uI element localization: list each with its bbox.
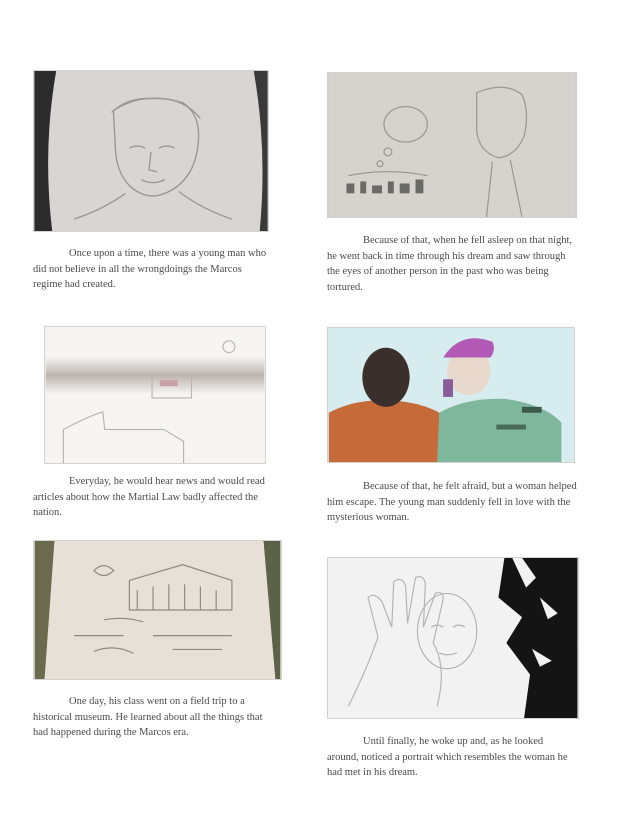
young-man-sketch-drawing — [34, 71, 268, 231]
news-scene-sketch-drawing — [45, 340, 265, 463]
storyboard-page: Once upon a time, there was a young man … — [0, 0, 620, 840]
panel-1-image — [33, 70, 269, 232]
hand-portrait-drawing — [328, 558, 578, 718]
panel-5-caption: One day, his class went on a field trip … — [33, 696, 263, 738]
panel-3-caption: Everyday, he would hear news and would r… — [33, 476, 265, 518]
soldier-prisoner-drawing — [328, 328, 574, 462]
museum-sketch-drawing — [34, 541, 281, 679]
panel-2-caption: Because of that, when he fell asleep on … — [327, 235, 573, 293]
panel-2-image — [327, 72, 577, 218]
panel-5-image — [33, 540, 282, 680]
dream-sketch-drawing — [328, 73, 576, 217]
panel-4-image — [327, 327, 575, 463]
panel-6-image — [327, 557, 579, 719]
panel-1-caption: Once upon a time, there was a young man … — [33, 248, 267, 290]
panel-4-caption: Because of that, he felt afraid, but a w… — [327, 481, 577, 523]
panel-6-caption: Until finally, he woke up and, as he loo… — [327, 736, 568, 778]
panel-3-image — [44, 326, 266, 464]
